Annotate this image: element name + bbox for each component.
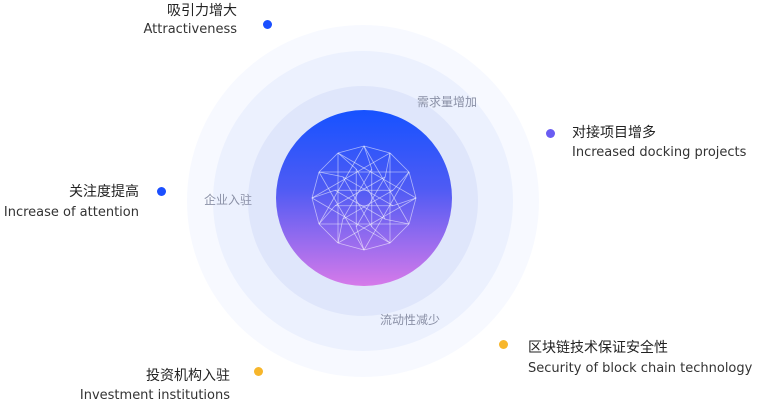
item-docking-dot [546,129,555,138]
item-blockchain-subtitle: Security of block chain technology [528,361,753,376]
ring-label-enterprise: 企业入驻 [204,193,253,207]
item-investment-title: 投资机构入驻 [146,368,230,384]
geometric-pattern-icon [311,145,417,251]
item-blockchain-title: 区块链技术保证安全性 [528,340,668,356]
item-attention-dot [157,187,166,196]
item-docking-title: 对接项目增多 [572,125,656,141]
item-attractiveness-title: 吸引力增大 [167,3,237,19]
ring-label-liquidity: 流动性减少 [380,313,441,327]
item-docking-subtitle: Increased docking projects [572,145,747,160]
item-attractiveness-subtitle: Attractiveness [143,22,237,37]
core-circle [276,110,452,286]
item-attention-title: 关注度提高 [69,184,139,200]
item-investment-subtitle: Investment institutions [79,388,230,403]
item-attention-subtitle: Increase of attention [3,205,139,220]
item-investment-dot [254,367,263,376]
item-blockchain-dot [499,340,508,349]
ring-label-demand: 需求量增加 [417,95,478,109]
item-attractiveness-dot [263,20,272,29]
